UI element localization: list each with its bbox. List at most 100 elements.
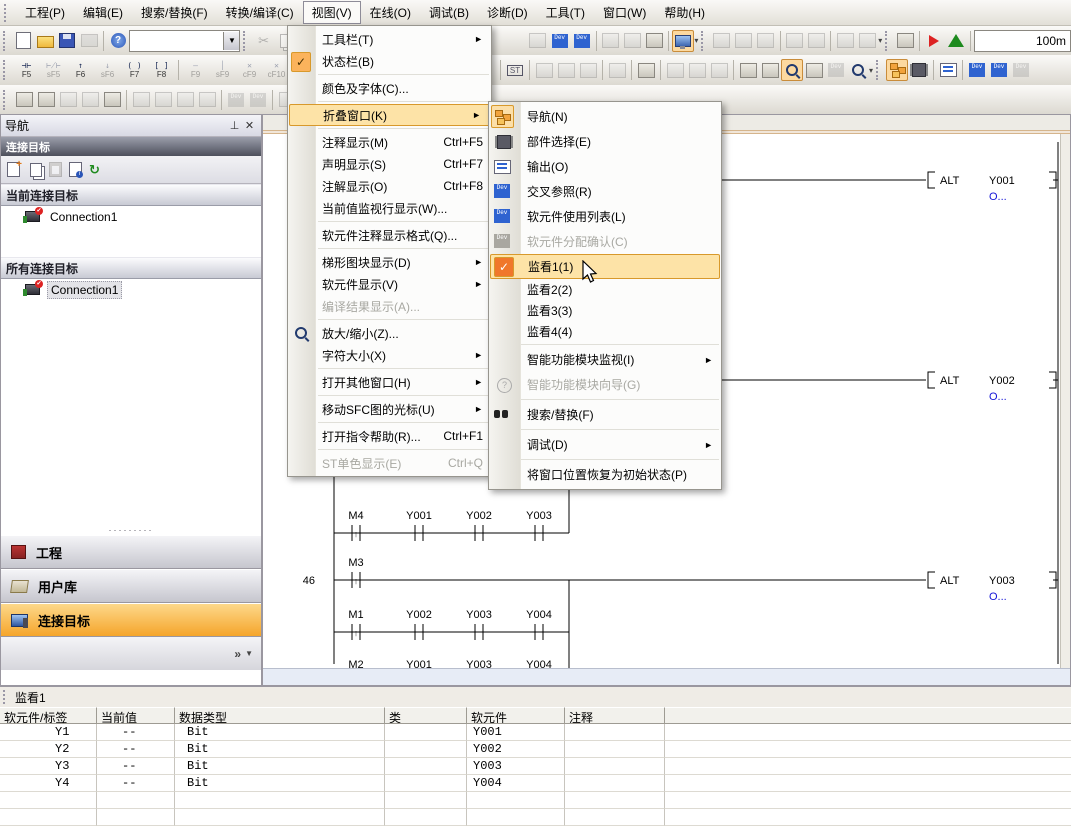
menu-find-replace[interactable]: 搜索/替换(F) bbox=[132, 1, 217, 24]
cell-class[interactable] bbox=[385, 741, 467, 758]
toolbar-overflow-icon[interactable]: ▾ bbox=[694, 36, 698, 45]
device-batch-button[interactable]: Dev bbox=[571, 30, 593, 52]
note-button[interactable] bbox=[643, 30, 665, 52]
menu-item-ladder-block[interactable]: 梯形图块显示(D)► bbox=[288, 251, 491, 273]
close-icon[interactable]: ✕ bbox=[242, 118, 257, 133]
cell-data-type[interactable]: Bit bbox=[175, 758, 385, 775]
menu-help[interactable]: 帮助(H) bbox=[655, 1, 714, 24]
menu-item-toolbar[interactable]: 工具栏(T)► bbox=[288, 28, 491, 50]
menu-item-note-display[interactable]: 注解显示(O)Ctrl+F8 bbox=[288, 175, 491, 197]
menu-item-open-other-window[interactable]: 打开其他窗口(H)► bbox=[288, 371, 491, 393]
menu-debug[interactable]: 调试(B) bbox=[420, 1, 478, 24]
cell-device[interactable]: Y003 bbox=[467, 758, 565, 775]
toolbar-grip[interactable] bbox=[876, 60, 883, 80]
col-device-label[interactable]: 软元件/标签 bbox=[0, 707, 97, 724]
help-button[interactable]: ? bbox=[107, 30, 129, 52]
refresh-icon[interactable]: ↻ bbox=[89, 162, 100, 178]
run-button[interactable] bbox=[923, 30, 945, 52]
cell-class[interactable] bbox=[385, 775, 467, 792]
parameter-check-button[interactable] bbox=[101, 89, 123, 111]
cell-data-type[interactable]: Bit bbox=[175, 724, 385, 741]
menu-compile[interactable]: 转换/编译(C) bbox=[217, 1, 303, 24]
menu-item-statement-display[interactable]: 声明显示(S)Ctrl+F7 bbox=[288, 153, 491, 175]
menu-item-comment-display[interactable]: 注释显示(M)Ctrl+F5 bbox=[288, 131, 491, 153]
cell-device[interactable]: Y004 bbox=[467, 775, 565, 792]
ladder-branch-button[interactable] bbox=[737, 59, 759, 81]
cell-device[interactable]: Y002 bbox=[467, 741, 565, 758]
device-list-button[interactable]: Dev bbox=[988, 59, 1010, 81]
toolbar-overflow-icon[interactable]: ▾ bbox=[878, 36, 882, 45]
menu-diagnostics[interactable]: 诊断(D) bbox=[478, 1, 537, 24]
fkey-f8-button[interactable]: [ ]F8 bbox=[148, 57, 175, 83]
menubar-grip[interactable] bbox=[4, 4, 12, 22]
rung-insert-button[interactable] bbox=[35, 89, 57, 111]
device-comment-edit-button[interactable] bbox=[635, 59, 657, 81]
cell-comment[interactable] bbox=[565, 741, 665, 758]
output-window-button[interactable] bbox=[937, 59, 959, 81]
submenu-item-watch4[interactable]: 监看4(4) bbox=[489, 321, 721, 342]
cell-comment[interactable] bbox=[565, 724, 665, 741]
property-icon[interactable] bbox=[69, 162, 82, 177]
zoom-button[interactable] bbox=[847, 59, 869, 81]
pin-icon[interactable]: ⊥ bbox=[227, 118, 242, 133]
cross-reference-button[interactable]: Dev bbox=[966, 59, 988, 81]
submenu-item-smart-module-monitor[interactable]: 智能功能模块监视(I)► bbox=[489, 347, 721, 372]
menu-item-comment-format[interactable]: 软元件注释显示格式(Q)... bbox=[288, 224, 491, 246]
submenu-item-output[interactable]: 输出(O) bbox=[489, 154, 721, 179]
toolbar-grip[interactable] bbox=[3, 90, 10, 110]
menu-edit[interactable]: 编辑(E) bbox=[74, 1, 132, 24]
cell-device-label[interactable]: Y1 bbox=[0, 724, 97, 741]
fkey-f5-button[interactable]: ⊣⊢F5 bbox=[13, 57, 40, 83]
chevron-down-icon[interactable]: ▼ bbox=[245, 649, 253, 658]
submenu-item-watch2[interactable]: 监看2(2) bbox=[489, 279, 721, 300]
nav-button-connection[interactable]: 连接目标 bbox=[1, 603, 261, 637]
submenu-item-reset-window-layout[interactable]: 将窗口位置恢复为初始状态(P) bbox=[489, 462, 721, 487]
cell-device-label[interactable]: Y4 bbox=[0, 775, 97, 792]
submenu-item-find-replace[interactable]: 搜索/替换(F) bbox=[489, 402, 721, 427]
toolbar-grip[interactable] bbox=[243, 31, 249, 51]
col-data-type[interactable]: 数据类型 bbox=[175, 707, 385, 724]
modify-value-button[interactable] bbox=[803, 59, 825, 81]
menu-window[interactable]: 窗口(W) bbox=[594, 1, 655, 24]
cell-current-value[interactable]: -- bbox=[97, 775, 175, 792]
panel-splitter[interactable]: ········· bbox=[1, 525, 261, 535]
inline-st-button[interactable] bbox=[13, 89, 35, 111]
cell-class[interactable] bbox=[385, 724, 467, 741]
menu-tools[interactable]: 工具(T) bbox=[537, 1, 594, 24]
submenu-item-element-selection[interactable]: 部件选择(E) bbox=[489, 129, 721, 154]
fkey-f7-button[interactable]: ( )F7 bbox=[121, 57, 148, 83]
menu-item-colors-fonts[interactable]: 颜色及字体(C)... bbox=[288, 77, 491, 99]
menu-item-instruction-help[interactable]: 打开指令帮助(R)...Ctrl+F1 bbox=[288, 425, 491, 447]
toolbar-grip[interactable] bbox=[3, 60, 10, 80]
submenu-item-watch1[interactable]: ✓ 监看1(1) bbox=[490, 254, 720, 279]
col-comment[interactable]: 注释 bbox=[565, 707, 665, 724]
monitor-mode-button[interactable] bbox=[672, 30, 694, 52]
menu-item-device-display[interactable]: 软元件显示(V)► bbox=[288, 273, 491, 295]
menu-view[interactable]: 视图(V) bbox=[303, 1, 361, 24]
toolbar-grip[interactable] bbox=[701, 31, 707, 51]
toolbar-grip[interactable] bbox=[885, 31, 891, 51]
error-button[interactable] bbox=[945, 30, 967, 52]
menu-item-text-size[interactable]: 字符大小(X)► bbox=[288, 344, 491, 366]
menu-online[interactable]: 在线(O) bbox=[361, 1, 420, 24]
project-combo[interactable]: ▼ bbox=[129, 30, 240, 52]
nav-button-user-library[interactable]: 用户库 bbox=[1, 569, 261, 603]
submenu-item-device-list[interactable]: Dev 软元件使用列表(L) bbox=[489, 204, 721, 229]
connection-item[interactable]: Connection1 bbox=[1, 206, 261, 227]
nav-button-project[interactable]: 工程 bbox=[1, 535, 261, 569]
new-connection-icon[interactable] bbox=[7, 162, 20, 177]
chevron-more-icon[interactable]: » bbox=[234, 647, 241, 661]
cell-comment[interactable] bbox=[565, 775, 665, 792]
cell-data-type[interactable]: Bit bbox=[175, 741, 385, 758]
cell-class[interactable] bbox=[385, 758, 467, 775]
menu-item-docking-window[interactable]: 折叠窗口(K)► bbox=[289, 104, 490, 126]
st-editor-button[interactable]: ST bbox=[504, 59, 526, 81]
new-project-button[interactable] bbox=[12, 30, 34, 52]
col-device[interactable]: 软元件 bbox=[467, 707, 565, 724]
submenu-item-navigation[interactable]: 导航(N) bbox=[489, 104, 721, 129]
watch-row[interactable]: Y1 -- Bit Y001 bbox=[0, 724, 1071, 741]
element-selection-button[interactable] bbox=[908, 59, 930, 81]
toolbar-grip[interactable] bbox=[3, 31, 9, 51]
device-monitor-button[interactable]: Dev bbox=[549, 30, 571, 52]
menu-item-zoom[interactable]: 放大/缩小(Z)... bbox=[288, 322, 491, 344]
